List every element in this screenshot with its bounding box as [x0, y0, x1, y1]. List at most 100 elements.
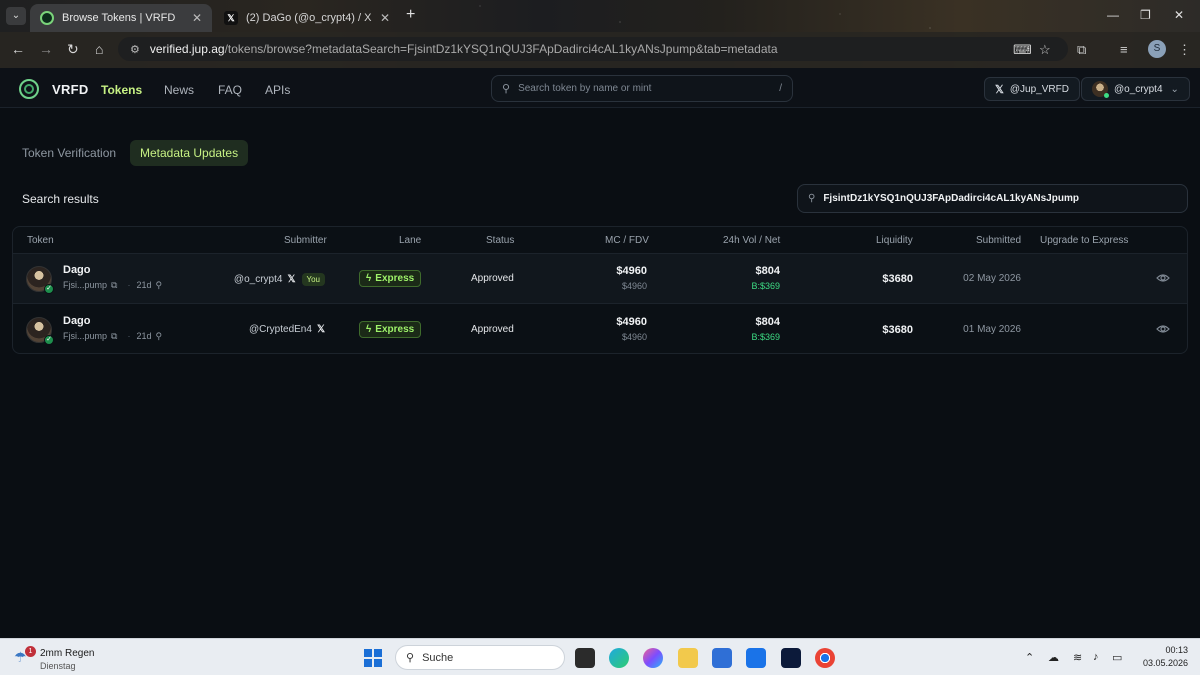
browser-tab-x[interactable]: 𝕏 (2) DaGo (@o_crypt4) / X ✕ [214, 4, 400, 32]
chevron-up-icon[interactable]: ⌃ [1025, 651, 1034, 664]
menu-icon[interactable]: ⋮ [1178, 42, 1191, 58]
search-icon[interactable]: ⚲ [155, 331, 162, 341]
windows-start-icon[interactable] [364, 649, 382, 667]
x-logo-icon[interactable]: 𝕏 [287, 274, 295, 285]
brand-name[interactable]: VRFD [52, 82, 89, 97]
token-avatar: ✓ [26, 266, 54, 294]
store-icon[interactable] [712, 648, 732, 668]
submitter: @o_crypt4 𝕏 You [234, 273, 325, 286]
onedrive-icon[interactable]: ☁ [1048, 651, 1059, 664]
liquidity: $3680 [882, 324, 913, 336]
view-eye-icon[interactable] [1156, 322, 1170, 336]
token-mint: Fjsi...pump [63, 331, 108, 341]
chevron-down-icon: ⌄ [1170, 83, 1179, 95]
col-liquidity: Liquidity [876, 235, 913, 246]
address-bar[interactable]: ⚙ verified.jup.ag/tokens/browse?metadata… [118, 37, 1068, 61]
bookmark-star-icon[interactable]: ☆ [1039, 42, 1051, 58]
volume-icon[interactable]: ♪ [1093, 651, 1099, 663]
wifi-icon[interactable]: ≋ [1073, 651, 1082, 664]
weather-summary: 2mm Regen [40, 648, 95, 659]
extensions-icon[interactable]: ⧉ [1077, 42, 1086, 58]
twitter-handle: @Jup_VRFD [1009, 83, 1069, 95]
nav-news[interactable]: News [164, 83, 194, 97]
vrfd-logo-icon[interactable] [19, 79, 39, 99]
battery-icon[interactable]: ▭ [1112, 651, 1122, 664]
translate-icon[interactable]: ⌨ [1013, 42, 1032, 58]
window-close-icon[interactable]: ✕ [1174, 8, 1184, 22]
tab-token-verification[interactable]: Token Verification [12, 140, 126, 166]
tab-title: Browse Tokens | VRFD [62, 12, 176, 24]
media-icon[interactable]: ≡ [1120, 42, 1128, 57]
taskbar-search-label: Suche [422, 651, 454, 664]
minimize-icon[interactable]: — [1107, 8, 1119, 22]
status-label: Approved [471, 324, 514, 335]
site-info-icon[interactable]: ⚙ [130, 43, 140, 56]
search-icon: ⚲ [406, 652, 415, 664]
submitter-handle[interactable]: @o_crypt4 [234, 274, 283, 285]
tab-search-button[interactable]: ⌄ [6, 7, 26, 25]
token-meta: Fjsi...pump ⧉ · 21d ⚲ [63, 331, 163, 341]
account-handle: @o_crypt4 [1114, 83, 1163, 95]
net-volume: B:$369 [751, 332, 780, 342]
x-favicon-icon: 𝕏 [224, 11, 238, 25]
table-row[interactable]: ✓ Dago Fjsi...pump ⧉ · 21d ⚲ @CryptedEn4 𝕏 ϟ… [13, 305, 1187, 353]
lane-badge: ϟ Express [359, 270, 422, 287]
x-logo-icon[interactable]: 𝕏 [317, 324, 325, 335]
close-icon[interactable]: ✕ [192, 11, 202, 25]
reload-icon[interactable]: ↻ [67, 41, 79, 58]
home-icon[interactable]: ⌂ [95, 41, 103, 57]
file-explorer-icon[interactable] [678, 648, 698, 668]
submitter-handle[interactable]: @CryptedEn4 [249, 324, 312, 335]
view-eye-icon[interactable] [1156, 271, 1170, 285]
copy-icon[interactable]: ⧉ [111, 280, 117, 290]
verified-icon: ✓ [44, 335, 54, 345]
new-tab-button[interactable]: + [406, 7, 415, 23]
token-search[interactable]: ⚲ / [491, 75, 793, 102]
lane-label: Express [375, 273, 415, 284]
verified-icon: ✓ [44, 284, 54, 294]
results-table: Token Submitter Lane Status MC / FDV 24h… [12, 226, 1188, 354]
x-logo-icon: 𝕏 [995, 83, 1004, 96]
weather-day: Dienstag [40, 661, 76, 671]
profile-avatar[interactable]: S [1148, 40, 1166, 58]
col-mc-fdv: MC / FDV [605, 235, 649, 246]
maximize-icon[interactable]: ❐ [1140, 8, 1151, 22]
chrome-icon[interactable] [815, 648, 835, 668]
avatar [1092, 81, 1109, 98]
nav-tokens[interactable]: Tokens [101, 83, 142, 97]
fdv: $4960 [621, 281, 647, 291]
lightning-icon: ϟ [366, 324, 372, 335]
tab-title: (2) DaGo (@o_crypt4) / X [246, 12, 372, 24]
market-cap: $4960 [616, 316, 647, 328]
disney-plus-icon[interactable] [781, 648, 801, 668]
copilot-icon[interactable] [643, 648, 663, 668]
col-submitted: Submitted [976, 235, 1022, 246]
browser-tab-vrfd[interactable]: Browse Tokens | VRFD ✕ [30, 4, 212, 32]
tab-strip: ⌄ Browse Tokens | VRFD ✕ 𝕏 (2) DaGo (@o_… [0, 0, 1200, 32]
copy-icon[interactable]: ⧉ [111, 331, 117, 341]
submitted-date: 01 May 2026 [963, 324, 1021, 335]
weather-widget[interactable]: ☂ 1 2mm Regen Dienstag [14, 644, 134, 672]
result-search-input[interactable]: ⚲ FjsintDz1kYSQ1nQUJ3FApDadirci4cAL1kyAN… [797, 184, 1188, 213]
col-lane: Lane [399, 235, 422, 246]
clock-time: 00:13 [1165, 645, 1188, 655]
lane-badge: ϟ Express [359, 321, 422, 338]
account-menu-button[interactable]: @o_crypt4 ⌄ [1081, 77, 1190, 101]
tab-metadata-updates[interactable]: Metadata Updates [130, 140, 249, 166]
back-icon[interactable]: ← [11, 41, 25, 57]
task-view-icon[interactable] [575, 648, 595, 668]
table-row[interactable]: ✓ Dago Fjsi...pump ⧉ · 21d ⚲ @o_crypt4 𝕏 You… [13, 254, 1187, 304]
outlook-icon[interactable] [746, 648, 766, 668]
system-clock[interactable]: 00:13 03.05.2026 [1138, 644, 1188, 670]
edge-icon[interactable] [609, 648, 629, 668]
token-search-input[interactable] [518, 83, 780, 94]
token-age: 21d [136, 331, 152, 341]
close-icon[interactable]: ✕ [380, 11, 390, 25]
twitter-link-button[interactable]: 𝕏 @Jup_VRFD [984, 77, 1080, 101]
forward-icon[interactable]: → [39, 41, 53, 57]
search-icon[interactable]: ⚲ [155, 280, 162, 290]
nav-faq[interactable]: FAQ [218, 83, 242, 97]
taskbar-search[interactable]: ⚲ Suche [395, 645, 565, 670]
nav-apis[interactable]: APIs [265, 83, 290, 97]
lane-label: Express [375, 324, 415, 335]
